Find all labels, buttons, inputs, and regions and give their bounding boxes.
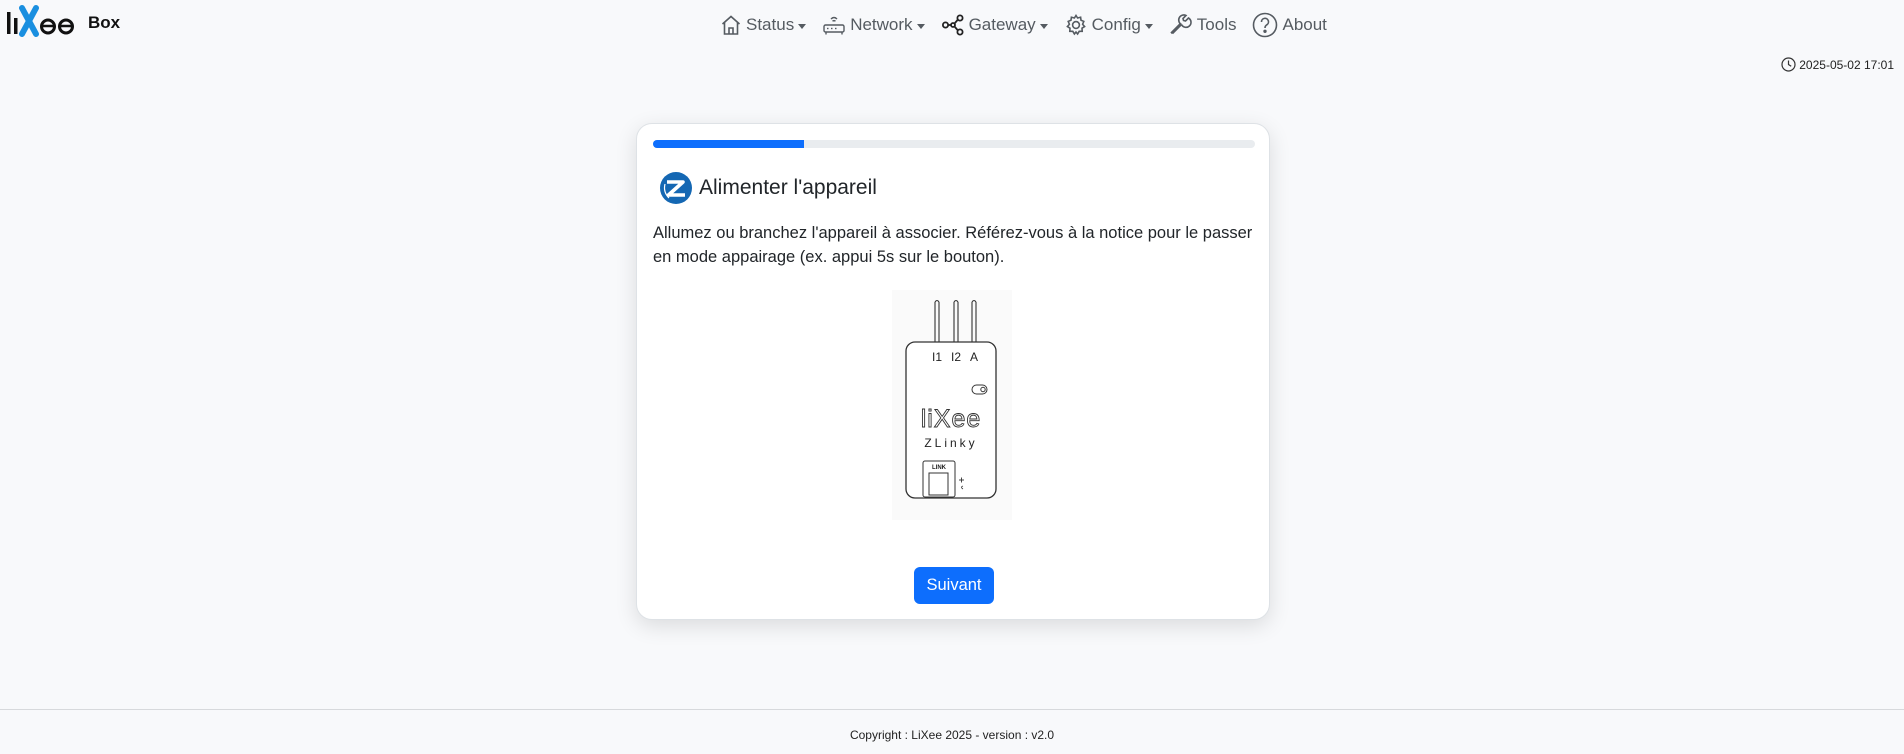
chevron-down-icon: [1039, 23, 1048, 29]
chevron-down-icon: [1144, 23, 1153, 29]
brand-suffix: Box: [88, 13, 121, 32]
nav-config[interactable]: Config: [1064, 13, 1153, 37]
nav-status-label: Status: [746, 15, 795, 34]
nav-gateway-label: Gateway: [968, 15, 1036, 34]
nav-tools[interactable]: Tools: [1169, 13, 1237, 37]
nav-tools-label: Tools: [1196, 15, 1237, 34]
nav-gateway[interactable]: Gateway: [941, 14, 1048, 36]
footer-copyright: Copyright : LiXee 2025 - version : v2.0: [849, 728, 1055, 742]
device-brand: liXee: [921, 405, 982, 433]
router-icon: [823, 16, 845, 35]
zigbee-icon: [660, 172, 692, 204]
pairing-wizard-card: Alimenter l'appareil Allumez ou branchez…: [636, 123, 1270, 620]
lixee-logo: [7, 5, 74, 37]
wizard-progress-bar: [653, 140, 1255, 148]
step-header: Alimenter l'appareil: [659, 171, 877, 205]
home-icon: [721, 15, 741, 35]
next-button[interactable]: Suivant: [914, 567, 994, 604]
gear-icon: [1065, 14, 1086, 36]
datetime-text: 2025-05-02 17:01: [1799, 57, 1894, 72]
nav-network-label: Network: [850, 15, 913, 34]
clock-icon: [1781, 57, 1796, 72]
nav-about[interactable]: About: [1252, 12, 1327, 38]
link-button-label: LINK: [932, 465, 947, 471]
main-nav: Status Network Gateway Config Tools Abou…: [720, 12, 1343, 38]
wrench-icon: [1170, 14, 1192, 35]
wizard-progress-fill: [653, 140, 804, 148]
brand[interactable]: Box: [6, 4, 120, 38]
datetime-display: 2025-05-02 17:01: [1781, 57, 1894, 72]
chevron-down-icon: [916, 23, 925, 29]
step-description: Allumez ou branchez l'appareil à associe…: [653, 224, 1253, 266]
nav-status[interactable]: Status: [720, 14, 807, 36]
nav-network[interactable]: Network: [822, 14, 925, 36]
footer-divider: [0, 709, 1904, 710]
zlinky-device-illustration: I1 I2 A liXee ZLinky LINK: [892, 290, 1012, 520]
terminal-label-i1: I1: [932, 350, 942, 364]
question-icon: [1253, 12, 1278, 38]
terminal-label-i2: I2: [951, 350, 961, 364]
device-model: ZLinky: [924, 436, 977, 450]
chevron-down-icon: [798, 23, 807, 29]
share-icon: [941, 14, 964, 36]
step-title: Alimenter l'appareil: [699, 176, 877, 199]
terminal-label-a: A: [970, 350, 978, 364]
nav-about-label: About: [1282, 15, 1327, 34]
nav-config-label: Config: [1091, 15, 1141, 34]
